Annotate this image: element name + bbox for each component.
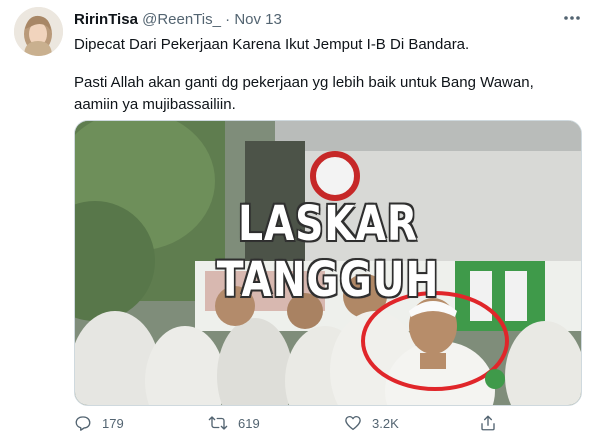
like-button[interactable]: 3.2K: [344, 414, 399, 432]
tweet-text-line1: Dipecat Dari Pekerjaan Karena Ikut Jempu…: [74, 36, 470, 53]
tweet-date[interactable]: Nov 13: [234, 11, 282, 28]
tweet-media[interactable]: LASKAR TANGGUH: [74, 120, 582, 406]
share-icon: [481, 415, 495, 431]
handle[interactable]: @ReenTis_: [142, 11, 221, 28]
tweet-header: RirinTisa @ReenTis_ · Nov 13: [74, 11, 282, 29]
tweet[interactable]: RirinTisa @ReenTis_ · Nov 13 Dipecat Dar…: [0, 0, 597, 439]
tweet-actions: 179 619 3.2K: [74, 414, 582, 436]
reply-icon: [75, 416, 91, 431]
reply-button[interactable]: 179: [74, 414, 124, 432]
media-caption: LASKAR TANGGUH: [216, 196, 440, 308]
reply-count: 179: [102, 415, 124, 431]
heart-icon: [345, 415, 361, 431]
retweet-button[interactable]: 619: [208, 414, 260, 432]
tweet-text-line2: Pasti Allah akan ganti dg pekerjaan yg l…: [74, 74, 534, 113]
separator: ·: [225, 11, 231, 28]
like-count: 3.2K: [372, 415, 399, 431]
retweet-icon: [208, 416, 228, 430]
display-name[interactable]: RirinTisa: [74, 11, 138, 28]
avatar-image: [14, 7, 63, 56]
more-dots-icon: [564, 16, 580, 20]
more-button[interactable]: [559, 8, 585, 28]
avatar[interactable]: [14, 7, 63, 56]
share-button[interactable]: [479, 414, 497, 432]
retweet-count: 619: [238, 415, 260, 431]
